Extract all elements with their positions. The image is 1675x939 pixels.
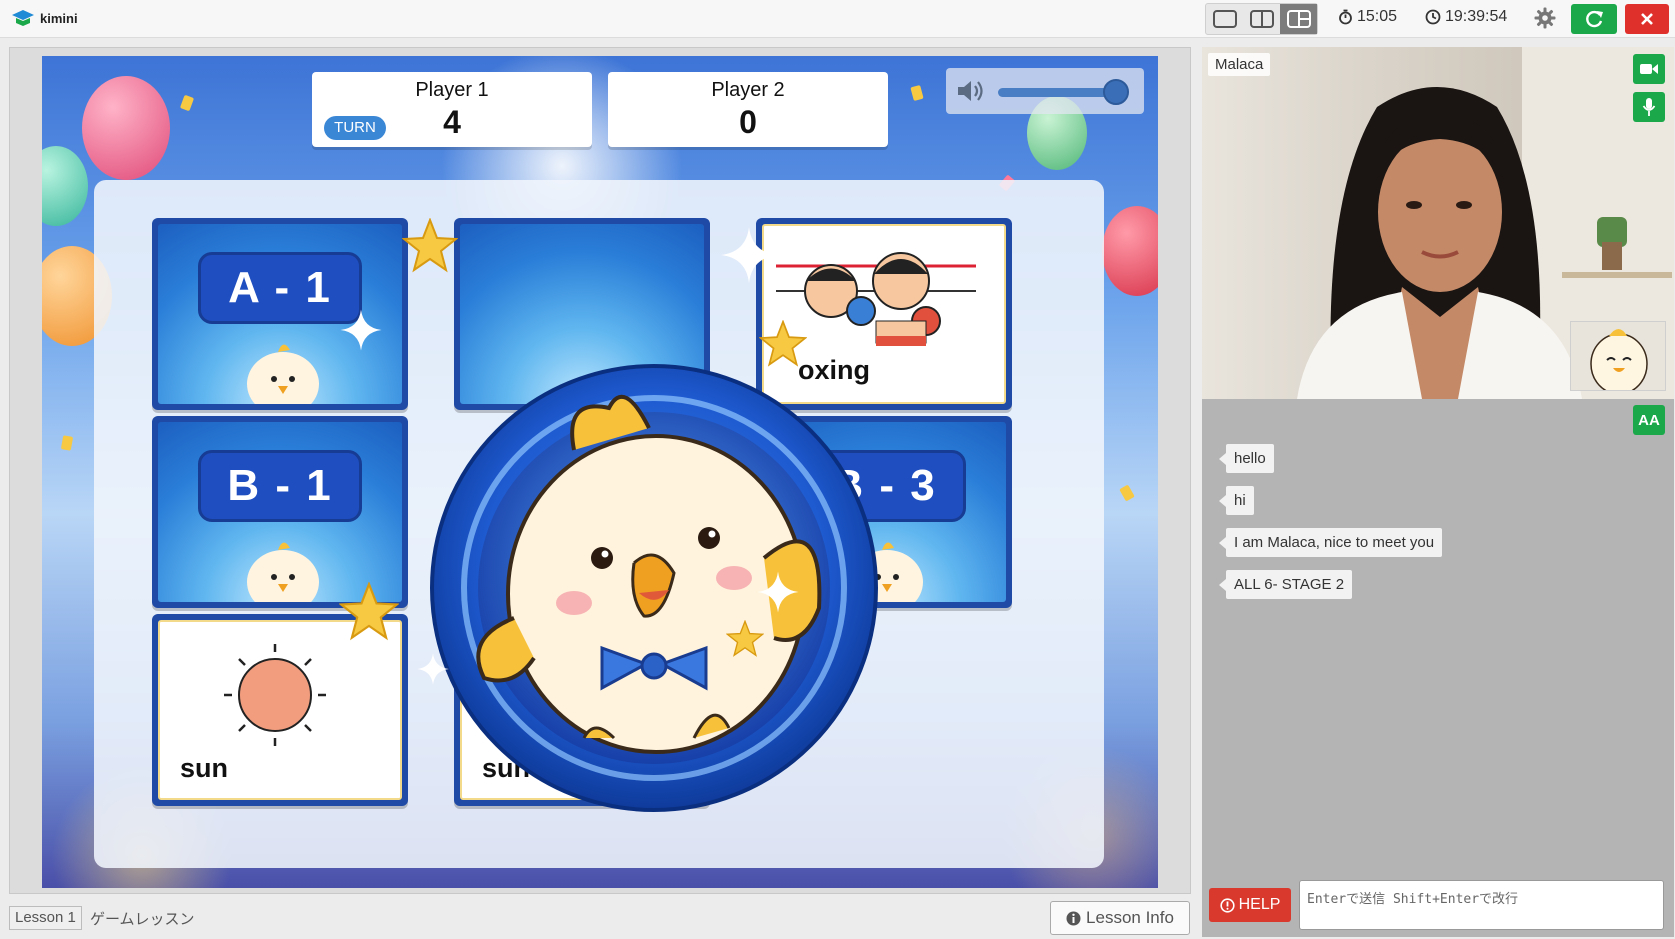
layout-sidebar-button[interactable] xyxy=(1280,4,1317,34)
layout-switcher xyxy=(1205,3,1318,35)
player2-score: 0 xyxy=(739,104,757,140)
layout-single-button[interactable] xyxy=(1206,4,1243,34)
clock-icon xyxy=(1425,9,1441,25)
game-stage: Player 1 4 TURN Player 2 0 A - 1 oxing B… xyxy=(42,56,1158,888)
lesson-number: Lesson 1 xyxy=(9,906,82,930)
refresh-button[interactable] xyxy=(1571,4,1617,34)
refresh-icon xyxy=(1586,10,1603,28)
balloon-decoration xyxy=(1102,206,1158,296)
sparkle-icon xyxy=(340,309,382,351)
self-video-thumbnail xyxy=(1570,321,1666,391)
confetti-decoration xyxy=(179,94,195,112)
card-label: A - 1 xyxy=(228,263,332,312)
help-button[interactable]: HELP xyxy=(1209,888,1291,922)
lesson-timer-value: 15:05 xyxy=(1357,8,1398,25)
exit-button[interactable] xyxy=(1625,4,1669,34)
chick-mascot-icon xyxy=(1590,329,1648,390)
font-size-toggle-button[interactable]: AA xyxy=(1633,405,1665,435)
layout-split-icon xyxy=(1249,10,1274,28)
confetti-decoration xyxy=(60,435,74,451)
player1-name: Player 1 xyxy=(415,79,489,101)
microphone-toggle-button[interactable] xyxy=(1633,92,1665,122)
camera-toggle-button[interactable] xyxy=(1633,54,1665,84)
clock: 19:39:54 xyxy=(1425,8,1507,26)
sun-icon xyxy=(224,644,326,746)
clock-value: 19:39:54 xyxy=(1445,8,1508,25)
star-icon xyxy=(339,582,399,641)
lesson-type: ゲームレッスン xyxy=(90,911,195,928)
card-label-box: B - 1 xyxy=(198,450,362,522)
info-icon xyxy=(1066,911,1081,925)
turn-badge: TURN xyxy=(324,116,386,140)
chat-message: hello xyxy=(1219,444,1274,473)
app-name: kimini xyxy=(40,10,78,26)
gear-icon xyxy=(1534,7,1556,29)
card-label-box: A - 1 xyxy=(198,252,362,324)
sparkle-icon xyxy=(721,227,777,283)
card-label: B - 1 xyxy=(227,461,333,510)
player2-score-card: Player 2 0 xyxy=(608,72,888,147)
game-panel: Player 1 4 TURN Player 2 0 A - 1 oxing B… xyxy=(9,47,1191,894)
memory-card[interactable]: sun xyxy=(152,614,408,806)
stopwatch-icon xyxy=(1339,9,1352,25)
card-face: sun xyxy=(158,620,402,800)
player1-score-card: Player 1 4 TURN xyxy=(312,72,592,147)
settings-button[interactable] xyxy=(1534,7,1556,34)
close-icon xyxy=(1641,13,1653,25)
volume-control xyxy=(946,68,1144,114)
confetti-decoration xyxy=(1119,484,1135,502)
chick-mascot-icon xyxy=(247,344,319,404)
star-icon xyxy=(402,218,458,273)
card-word: sun xyxy=(180,753,229,783)
lesson-info-button[interactable]: Lesson Info xyxy=(1050,901,1190,935)
star-icon xyxy=(726,620,764,657)
app-logo: kimini xyxy=(10,9,78,27)
balloon-decoration xyxy=(82,76,170,180)
chat-input[interactable] xyxy=(1299,880,1664,930)
layout-split-button[interactable] xyxy=(1243,4,1280,34)
participant-name: Malaca xyxy=(1208,53,1271,76)
chat-message: I am Malaca, nice to meet you xyxy=(1218,528,1443,557)
card-board: A - 1 oxing B - 1 B - 3 sun sun xyxy=(94,180,1104,868)
lesson-info-label: Lesson Info xyxy=(1086,908,1174,927)
layout-sidebar-icon xyxy=(1286,10,1311,28)
card-back: B - 1 xyxy=(158,422,402,602)
volume-slider-handle[interactable] xyxy=(1102,79,1129,105)
kimini-logo-icon xyxy=(12,10,34,26)
memory-card[interactable]: B - 1 xyxy=(152,416,408,608)
chat-message: hi xyxy=(1219,486,1254,515)
balloon-decoration xyxy=(42,146,88,226)
chat-panel xyxy=(1202,399,1674,937)
video-camera-icon xyxy=(1640,64,1658,74)
microphone-icon xyxy=(1642,98,1656,116)
lesson-timer: 15:05 xyxy=(1338,8,1397,26)
chat-message: ALL 6- STAGE 2 xyxy=(1218,570,1353,599)
alert-circle-icon xyxy=(1219,897,1235,913)
chick-mascot-ring xyxy=(430,364,878,812)
speaker-icon[interactable] xyxy=(956,78,986,104)
star-icon xyxy=(759,320,807,367)
chick-mascot-icon xyxy=(247,542,319,602)
top-bar: kimini 15:05 19:39:54 xyxy=(0,0,1675,38)
sparkle-icon xyxy=(757,571,799,613)
layout-single-icon xyxy=(1212,10,1237,28)
help-label: HELP xyxy=(1238,896,1281,913)
player2-name: Player 2 xyxy=(711,79,785,101)
sparkle-icon xyxy=(417,653,449,685)
confetti-decoration xyxy=(910,84,924,102)
